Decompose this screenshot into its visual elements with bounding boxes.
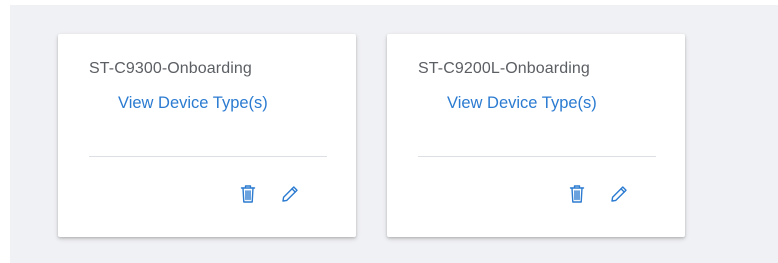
pencil-icon (280, 184, 300, 204)
card-divider (89, 156, 327, 157)
profile-card: ST-C9300-Onboarding View Device Type(s) (58, 34, 356, 237)
card-title: ST-C9200L-Onboarding (418, 60, 590, 77)
profile-card: ST-C9200L-Onboarding View Device Type(s) (387, 34, 685, 237)
delete-button[interactable] (236, 182, 260, 206)
pencil-icon (609, 184, 629, 204)
view-device-types-link[interactable]: View Device Type(s) (447, 94, 597, 113)
edit-button[interactable] (607, 182, 631, 206)
delete-button[interactable] (565, 182, 589, 206)
edit-button[interactable] (278, 182, 302, 206)
view-device-types-link[interactable]: View Device Type(s) (118, 94, 268, 113)
card-title: ST-C9300-Onboarding (89, 60, 252, 77)
card-divider (418, 156, 656, 157)
trash-icon (240, 184, 256, 204)
trash-icon (569, 184, 585, 204)
